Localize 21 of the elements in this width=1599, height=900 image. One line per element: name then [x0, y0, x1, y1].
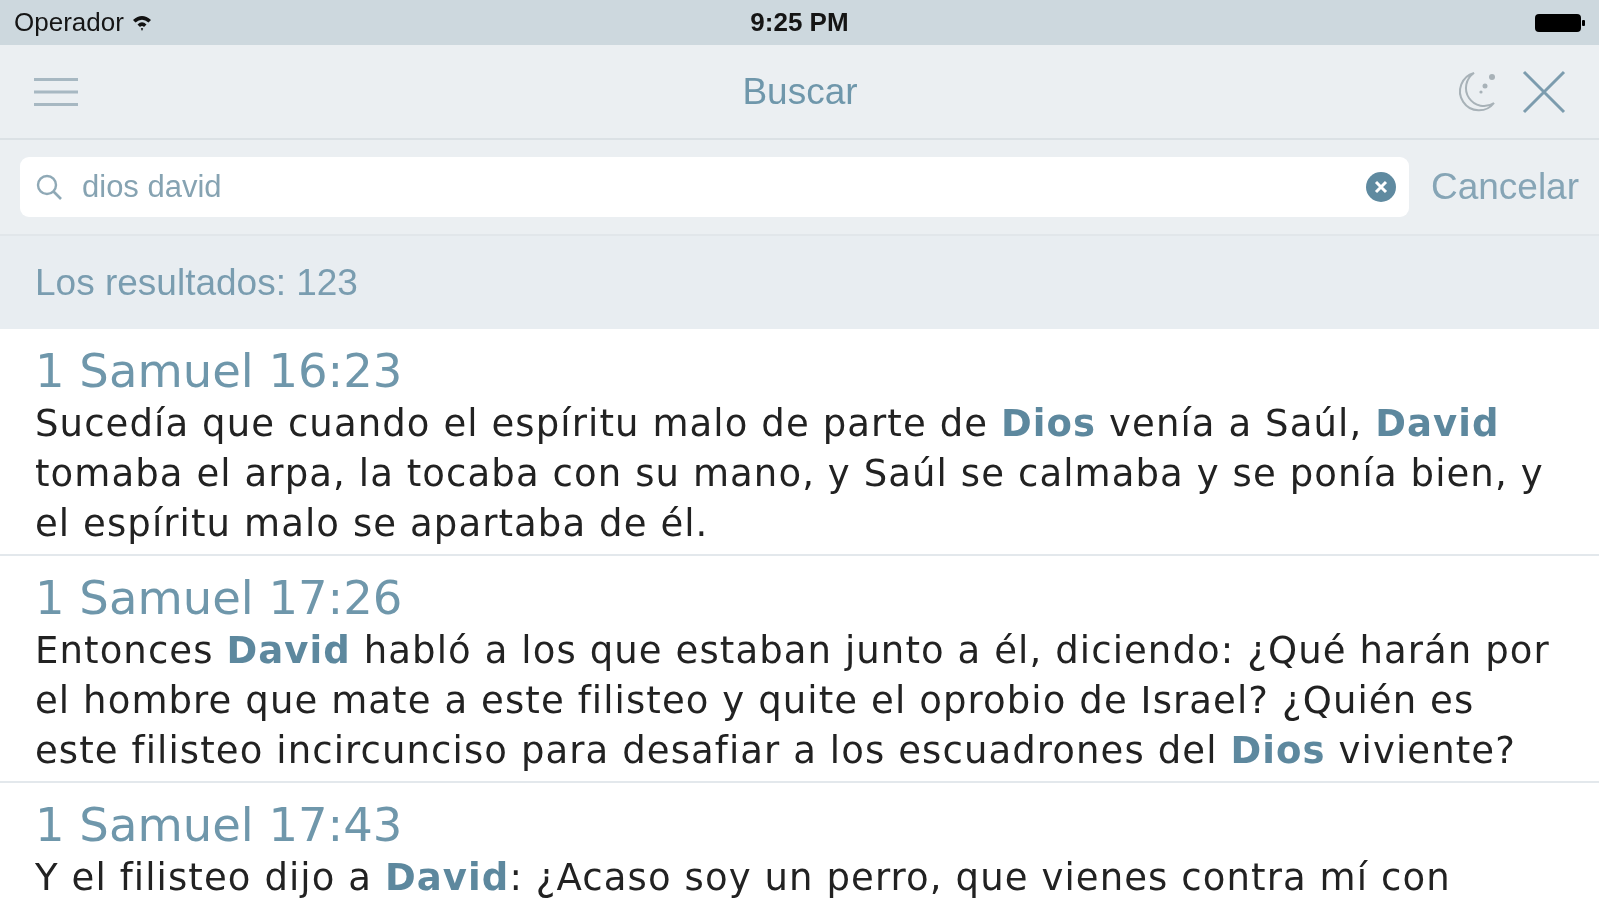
verse-text: Y el filisteo dijo a David: ¿Acaso soy un perro, que vienes contra mí con: [35, 855, 1452, 900]
close-icon: [1522, 69, 1566, 114]
wifi-icon: [131, 14, 152, 31]
verse-reference: 1 Samuel 16:23: [35, 343, 404, 399]
search-icon: [36, 174, 62, 200]
clear-icon: [1365, 172, 1396, 202]
time-label: 9:25 PM: [750, 6, 849, 39]
clear-button[interactable]: [1365, 172, 1396, 202]
carrier-label: Operador: [14, 6, 124, 39]
search-result-row[interactable]: 1 Samuel 17:43 Y el filisteo dijo a David: ¿Acaso soy un perro, que vienes contra mí con: [0, 783, 1599, 900]
verse-reference: 1 Samuel 17:26: [35, 570, 404, 626]
search-result-row[interactable]: 1 Samuel 16:23 Sucedía que cuando el espíritu malo de parte de Dios venía a Saúl, David tomaba el arpa, la tocaba con su mano, y Saúl se calmaba y se ponía bien, y el espíritu malo se apartaba de él.: [0, 329, 1599, 556]
menu-icon: [34, 77, 78, 106]
screen-title: Buscar: [742, 69, 858, 114]
verse-text: Entonces David habló a los que estaban junto a él, diciendo: ¿Qué harán por el hombre que mate a este filisteo y quite el oprobio de Israel? ¿Quién es este filisteo incircunciso para desafiar a los escuadrones del Dios viviente?: [35, 628, 1551, 774]
results-count-label: Los resultados: 123: [35, 260, 358, 305]
verse-text: Sucedía que cuando el espíritu malo de parte de Dios venía a Saúl, David tomaba el arpa, la tocaba con su mano, y Saúl se calmaba y se ponía bien, y el espíritu malo se apartaba de él.: [35, 401, 1545, 547]
battery-icon: [1535, 13, 1585, 32]
menu-button[interactable]: [34, 77, 78, 106]
close-button[interactable]: [1522, 69, 1566, 114]
verse-reference: 1 Samuel 17:43: [35, 797, 404, 853]
